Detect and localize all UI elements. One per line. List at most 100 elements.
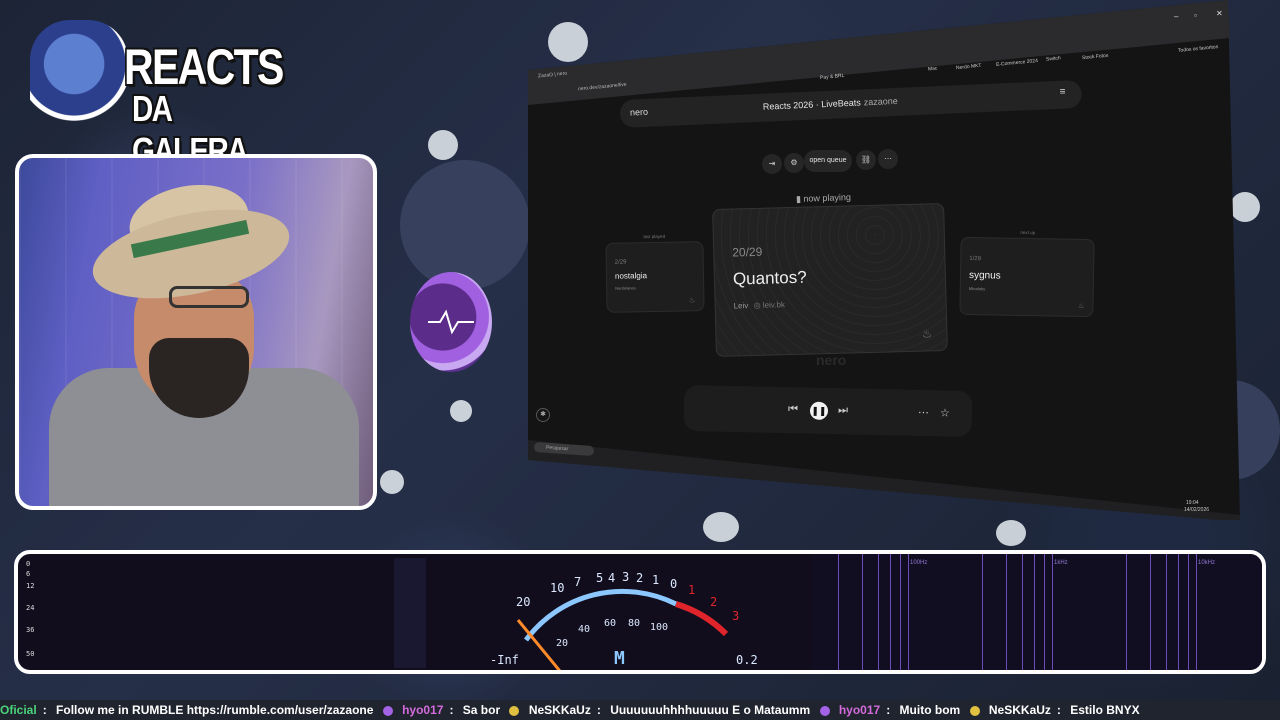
nero-watermark: nero — [816, 352, 847, 368]
current-track-card[interactable]: 20/29 Quantos? Leiv ◎ leiv.bk ♨ — [712, 202, 948, 358]
vu-meter: 20 10 7 5 4 3 2 1 0 1 2 3 20 40 60 80 10… — [490, 570, 758, 670]
webcam-feed — [15, 154, 377, 510]
background-blob — [380, 470, 404, 494]
background-blob — [400, 160, 530, 290]
next-icon[interactable]: ⏭ — [838, 404, 848, 417]
prev-track-card[interactable]: last played 2/29 nostalgia Nerdelanes ♨ — [605, 234, 705, 313]
track-artist: Leiv — [733, 301, 749, 311]
taskbar-time: 19:04 — [1186, 500, 1199, 506]
chat-sep: : — [42, 703, 47, 717]
vu-channel: M — [614, 648, 625, 669]
brand-name[interactable]: nero — [630, 107, 648, 118]
track-name: Quantos? — [732, 267, 807, 289]
chat-user: NeSKKaUz — [528, 703, 591, 717]
track-number: 2/29 — [614, 259, 627, 266]
vu-bottom-label: 80 — [628, 618, 640, 629]
vu-top-label: 3 — [732, 609, 739, 623]
track-number: 1/29 — [969, 255, 982, 263]
db-scale-label: 24 — [26, 604, 35, 612]
vu-top-label: 2 — [710, 595, 717, 609]
flame-icon: ♨ — [921, 326, 933, 341]
player-controls: ⏮ ❚❚ ⏭ ⋯ ☆ — [683, 384, 973, 438]
page-title: Reacts 2026 · LiveBeats — [762, 97, 862, 112]
vu-top-label: 1 — [652, 573, 659, 587]
now-playing-label: ▮ now playing — [796, 192, 851, 205]
flame-icon: ♨ — [689, 297, 696, 305]
livebeats-app: nero Reacts 2026 · LiveBeats zazaone ≡ ⇥… — [528, 0, 1248, 520]
vu-left-value: -Inf — [490, 653, 519, 667]
open-queue-button[interactable]: open queue — [804, 150, 852, 172]
star-icon[interactable]: ☆ — [940, 406, 950, 419]
login-icon[interactable]: ⇥ — [762, 154, 782, 174]
more-options-icon[interactable]: ⋯ — [878, 149, 898, 169]
gear-icon[interactable]: ⚙ — [784, 153, 804, 173]
chat-user: hyo017 — [838, 703, 881, 717]
taskbar — [528, 440, 1240, 520]
badge-icon — [819, 705, 830, 716]
vu-top-label: 7 — [574, 575, 581, 589]
next-track-card[interactable]: next up 1/29 sygnus Mbodaby ♨ — [959, 230, 1095, 318]
channel-logo: REACTS DA GALERA — [24, 14, 284, 171]
track-number: 20/29 — [732, 244, 763, 260]
vu-bottom-label: 100 — [650, 622, 668, 633]
now-playing-text: now playing — [803, 192, 852, 204]
audio-visualizer: 0 6 12 24 36 50 20 10 7 5 4 3 2 1 0 1 2 … — [14, 550, 1266, 674]
instagram-icon: ◎ — [753, 300, 763, 311]
top-bar: nero Reacts 2026 · LiveBeats zazaone ≡ — [619, 79, 1083, 128]
more-options-icon[interactable]: ⋯ — [918, 406, 929, 419]
background-blob — [450, 400, 472, 422]
badge-icon — [969, 705, 980, 716]
vu-top-label: 20 — [516, 595, 530, 609]
chat-user: hyo017 — [402, 703, 444, 717]
hamburger-menu-icon[interactable]: ≡ — [1059, 87, 1065, 98]
pulse-logo-icon — [410, 272, 492, 372]
card-label: last played — [643, 233, 666, 240]
instagram-text: leiv.bk — [762, 300, 786, 310]
chat-message: Sa bor — [462, 703, 501, 717]
vu-top-label: 4 — [608, 571, 615, 585]
track-name: nostalgia — [614, 271, 648, 281]
db-scale-label: 36 — [26, 626, 35, 634]
track-artist: Mbodaby — [968, 285, 986, 292]
vu-bottom-label: 20 — [556, 638, 568, 649]
db-scale-label: 12 — [26, 582, 35, 590]
previous-icon[interactable]: ⏮ — [788, 403, 798, 416]
freq-label: 100Hz — [910, 560, 928, 566]
taskbar-date: 14/02/2026 — [1184, 507, 1210, 513]
pause-button[interactable]: ❚❚ — [809, 401, 829, 420]
chat-ticker: Oficial: Follow me in RUMBLE https://rum… — [0, 700, 1280, 720]
settings-icon[interactable]: ✱ — [536, 408, 550, 422]
browser-window: ZazaO | nero nero.dev/zazaone/live Pay &… — [528, 0, 1248, 520]
vu-top-label: 0 — [670, 577, 677, 591]
background-blob — [428, 130, 458, 160]
vu-top-label: 2 — [636, 571, 643, 585]
vu-right-value: 0.2 — [736, 653, 758, 667]
vu-top-label: 5 — [596, 571, 603, 585]
freq-label: 10kHz — [1198, 560, 1216, 566]
vu-bottom-label: 40 — [578, 624, 590, 635]
track-artist: Nerdelanes — [615, 285, 636, 291]
chat-sep: : — [596, 703, 601, 717]
chat-message: Estilo BNYX — [1070, 703, 1140, 717]
chat-message: Follow me in RUMBLE https://rumble.com/u… — [56, 703, 374, 717]
db-scale-label: 6 — [26, 570, 31, 578]
spectrum-analyzer: 100Hz 1kHz 10kHz — [812, 554, 1262, 670]
background-blob — [996, 520, 1026, 546]
badge-icon — [509, 705, 520, 716]
flame-icon: ♨ — [1078, 302, 1085, 311]
badge-icon — [382, 705, 393, 716]
vu-top-label: 10 — [550, 581, 564, 595]
chat-message: Uuuuuuuhhhhuuuuu E o Mataumm — [610, 703, 811, 717]
username[interactable]: zazaone — [864, 96, 898, 107]
link-icon[interactable]: ⛓ — [856, 150, 876, 170]
chat-sep: : — [886, 703, 891, 717]
chat-sep: : — [449, 703, 454, 717]
chat-sep: : — [1056, 703, 1061, 717]
card-label: next up — [1020, 229, 1036, 236]
vu-top-label: 1 — [688, 583, 695, 597]
vu-top-label: 3 — [622, 570, 629, 584]
chat-user: Oficial — [0, 703, 37, 717]
chat-user: NeSKKaUz — [988, 703, 1051, 717]
level-meter — [394, 558, 410, 668]
instagram-handle[interactable]: ◎ leiv.bk — [754, 300, 786, 310]
